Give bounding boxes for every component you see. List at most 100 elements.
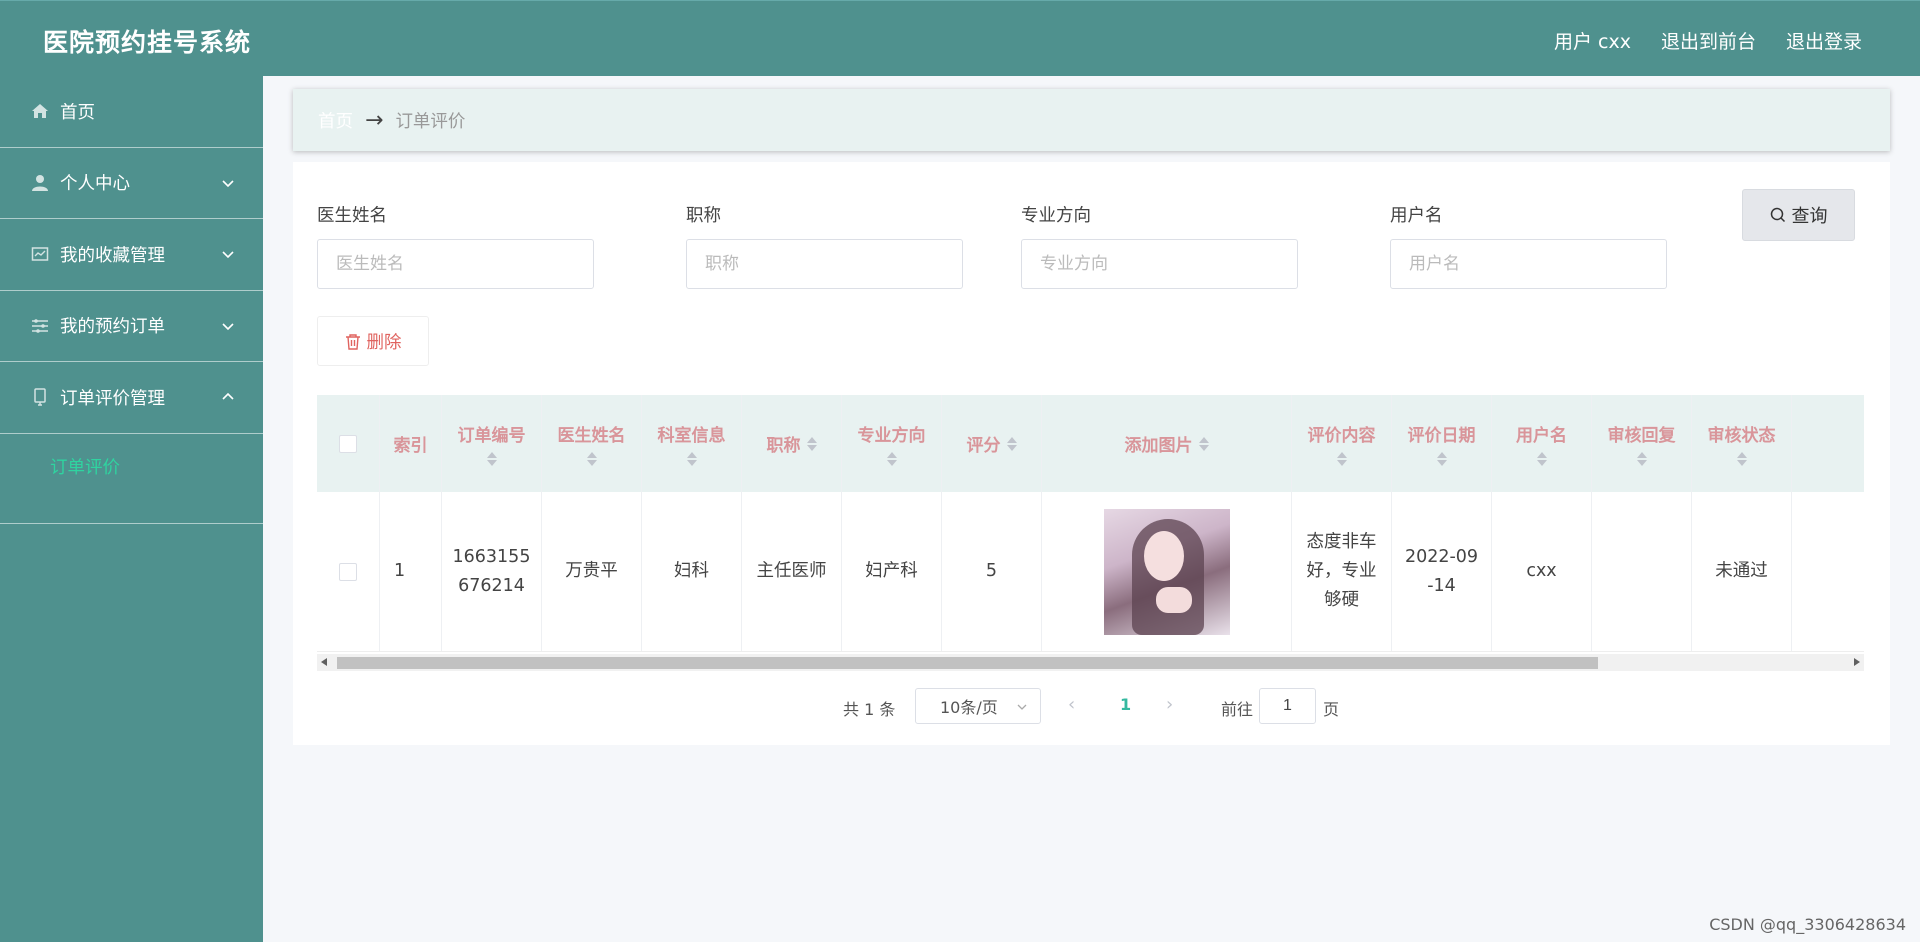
page-number-current[interactable]: 1 [1120,695,1131,714]
header-checkbox-cell [317,395,380,492]
sort-icon[interactable] [586,452,597,466]
cell-actions [1792,492,1864,651]
sort-icon[interactable] [1436,452,1447,466]
scrollbar-thumb[interactable] [337,657,1598,669]
sidebar-item-label: 我的收藏管理 [60,245,165,266]
page-size-select[interactable]: 10条/页 [915,688,1041,724]
sidebar-item-label: 我的预约订单 [60,317,165,338]
cell-content-line2: 好，专业 [1306,561,1377,581]
column-header-username[interactable]: 用户名 [1492,395,1592,492]
select-all-checkbox[interactable] [339,434,357,453]
column-header-label: 科室信息 [657,426,726,446]
sort-icon[interactable] [1736,452,1747,466]
cell-specialty: 妇产科 [842,492,942,651]
sidebar-item-personal-center[interactable]: 个人中心 [0,148,263,219]
sidebar-item-home[interactable]: 首页 [0,76,263,148]
page-size-value: 10条/页 [940,698,998,717]
query-button-label: 查询 [1791,206,1828,227]
next-page-icon[interactable]: › [1166,694,1173,715]
column-header-label: 添加图片 [1124,436,1193,456]
chevron-down-icon [222,251,234,259]
cell-date-line1: 2022-09 [1404,546,1479,567]
sort-icon[interactable] [686,452,697,466]
query-button[interactable]: 查询 [1742,189,1855,241]
doctor-name-label: 医生姓名 [317,206,387,226]
user-icon [30,173,50,193]
sidebar-subitem-order-review[interactable]: 订单评价 [50,454,120,479]
cell-reply [1592,492,1692,651]
column-header-actions [1792,395,1864,492]
pagination-total: 共 1 条 [843,700,896,719]
column-header-doctor[interactable]: 医生姓名 [542,395,642,492]
column-header-title[interactable]: 职称 [742,395,842,492]
column-header-score[interactable]: 评分 [942,395,1042,492]
column-header-department[interactable]: 科室信息 [642,395,742,492]
column-header-label: 索引 [393,436,428,456]
column-header-label: 职称 [766,436,801,456]
title-input[interactable] [686,239,963,289]
sidebar-item-label: 订单评价管理 [60,388,165,409]
column-header-specialty[interactable]: 专业方向 [842,395,942,492]
sort-icon[interactable] [1636,452,1647,466]
horizontal-scrollbar[interactable] [317,654,1864,671]
sort-icon[interactable] [1336,452,1347,466]
cell-doctor: 万贵平 [542,492,642,651]
cell-order-no-line1: 1663155 [452,546,531,567]
title-label: 职称 [686,206,721,226]
scroll-left-icon[interactable] [321,658,327,666]
column-header-label: 医生姓名 [557,426,626,446]
sort-icon[interactable] [1006,436,1017,451]
logout-link[interactable]: 退出登录 [1786,27,1862,54]
cell-username: cxx [1492,492,1592,651]
cell-date-line2: -14 [1427,575,1456,596]
column-header-label: 审核状态 [1707,426,1776,446]
column-header-status[interactable]: 审核状态 [1692,395,1792,492]
home-icon [30,101,50,121]
collection-icon [30,244,50,264]
table-row: 1 1663155 676214 万贵平 妇科 主任医师 妇产科 5 态度非车 … [317,492,1864,652]
breadcrumb-home[interactable]: 首页 [318,108,353,133]
username-input[interactable] [1390,239,1667,289]
review-submenu: 订单评价 [0,434,263,524]
column-header-image[interactable]: 添加图片 [1042,395,1292,492]
sidebar-item-collections[interactable]: 我的收藏管理 [0,219,263,291]
review-photo[interactable] [1103,508,1230,635]
column-header-label: 评价内容 [1307,426,1376,446]
pagination: 共 1 条 10条/页 ‹ 1 › 前往 页 [293,688,1890,724]
goto-page-input[interactable] [1259,688,1316,724]
sidebar-item-label: 首页 [60,102,95,123]
cell-score: 5 [942,492,1042,651]
specialty-input[interactable] [1021,239,1298,289]
column-header-reply[interactable]: 审核回复 [1592,395,1692,492]
doctor-name-input[interactable] [317,239,594,289]
sidebar-item-review-management[interactable]: 订单评价管理 [0,362,263,434]
row-checkbox-cell [317,492,380,651]
username-label: 用户名 [1390,206,1443,226]
delete-button-label: 删除 [366,332,402,353]
search-icon [1770,207,1785,223]
prev-page-icon[interactable]: ‹ [1068,694,1075,715]
sort-icon[interactable] [886,452,897,466]
sidebar-item-my-orders[interactable]: 我的预约订单 [0,291,263,362]
column-header-label: 用户名 [1516,426,1567,446]
sort-icon[interactable] [1198,436,1209,451]
current-user[interactable]: 用户 cxx [1554,27,1631,54]
watermark: CSDN @qq_3306428634 [1709,915,1906,934]
cell-status: 未通过 [1692,492,1792,651]
breadcrumb-arrow: → [365,107,384,133]
sort-icon[interactable] [486,452,497,466]
column-header-order-no[interactable]: 订单编号 [442,395,542,492]
back-to-front-link[interactable]: 退出到前台 [1661,27,1756,54]
cell-content: 态度非车 好，专业 够硬 [1292,492,1392,651]
sidebar-item-label: 个人中心 [60,174,130,195]
row-checkbox[interactable] [339,562,357,581]
cell-department: 妇科 [642,492,742,651]
sort-icon[interactable] [806,436,817,451]
delete-button[interactable]: 删除 [317,316,429,366]
column-header-date[interactable]: 评价日期 [1392,395,1492,492]
scroll-right-icon[interactable] [1854,658,1860,666]
sort-icon[interactable] [1536,452,1547,466]
goto-label: 前往 [1221,700,1254,719]
column-header-label: 审核回复 [1607,426,1676,446]
column-header-content[interactable]: 评价内容 [1292,395,1392,492]
